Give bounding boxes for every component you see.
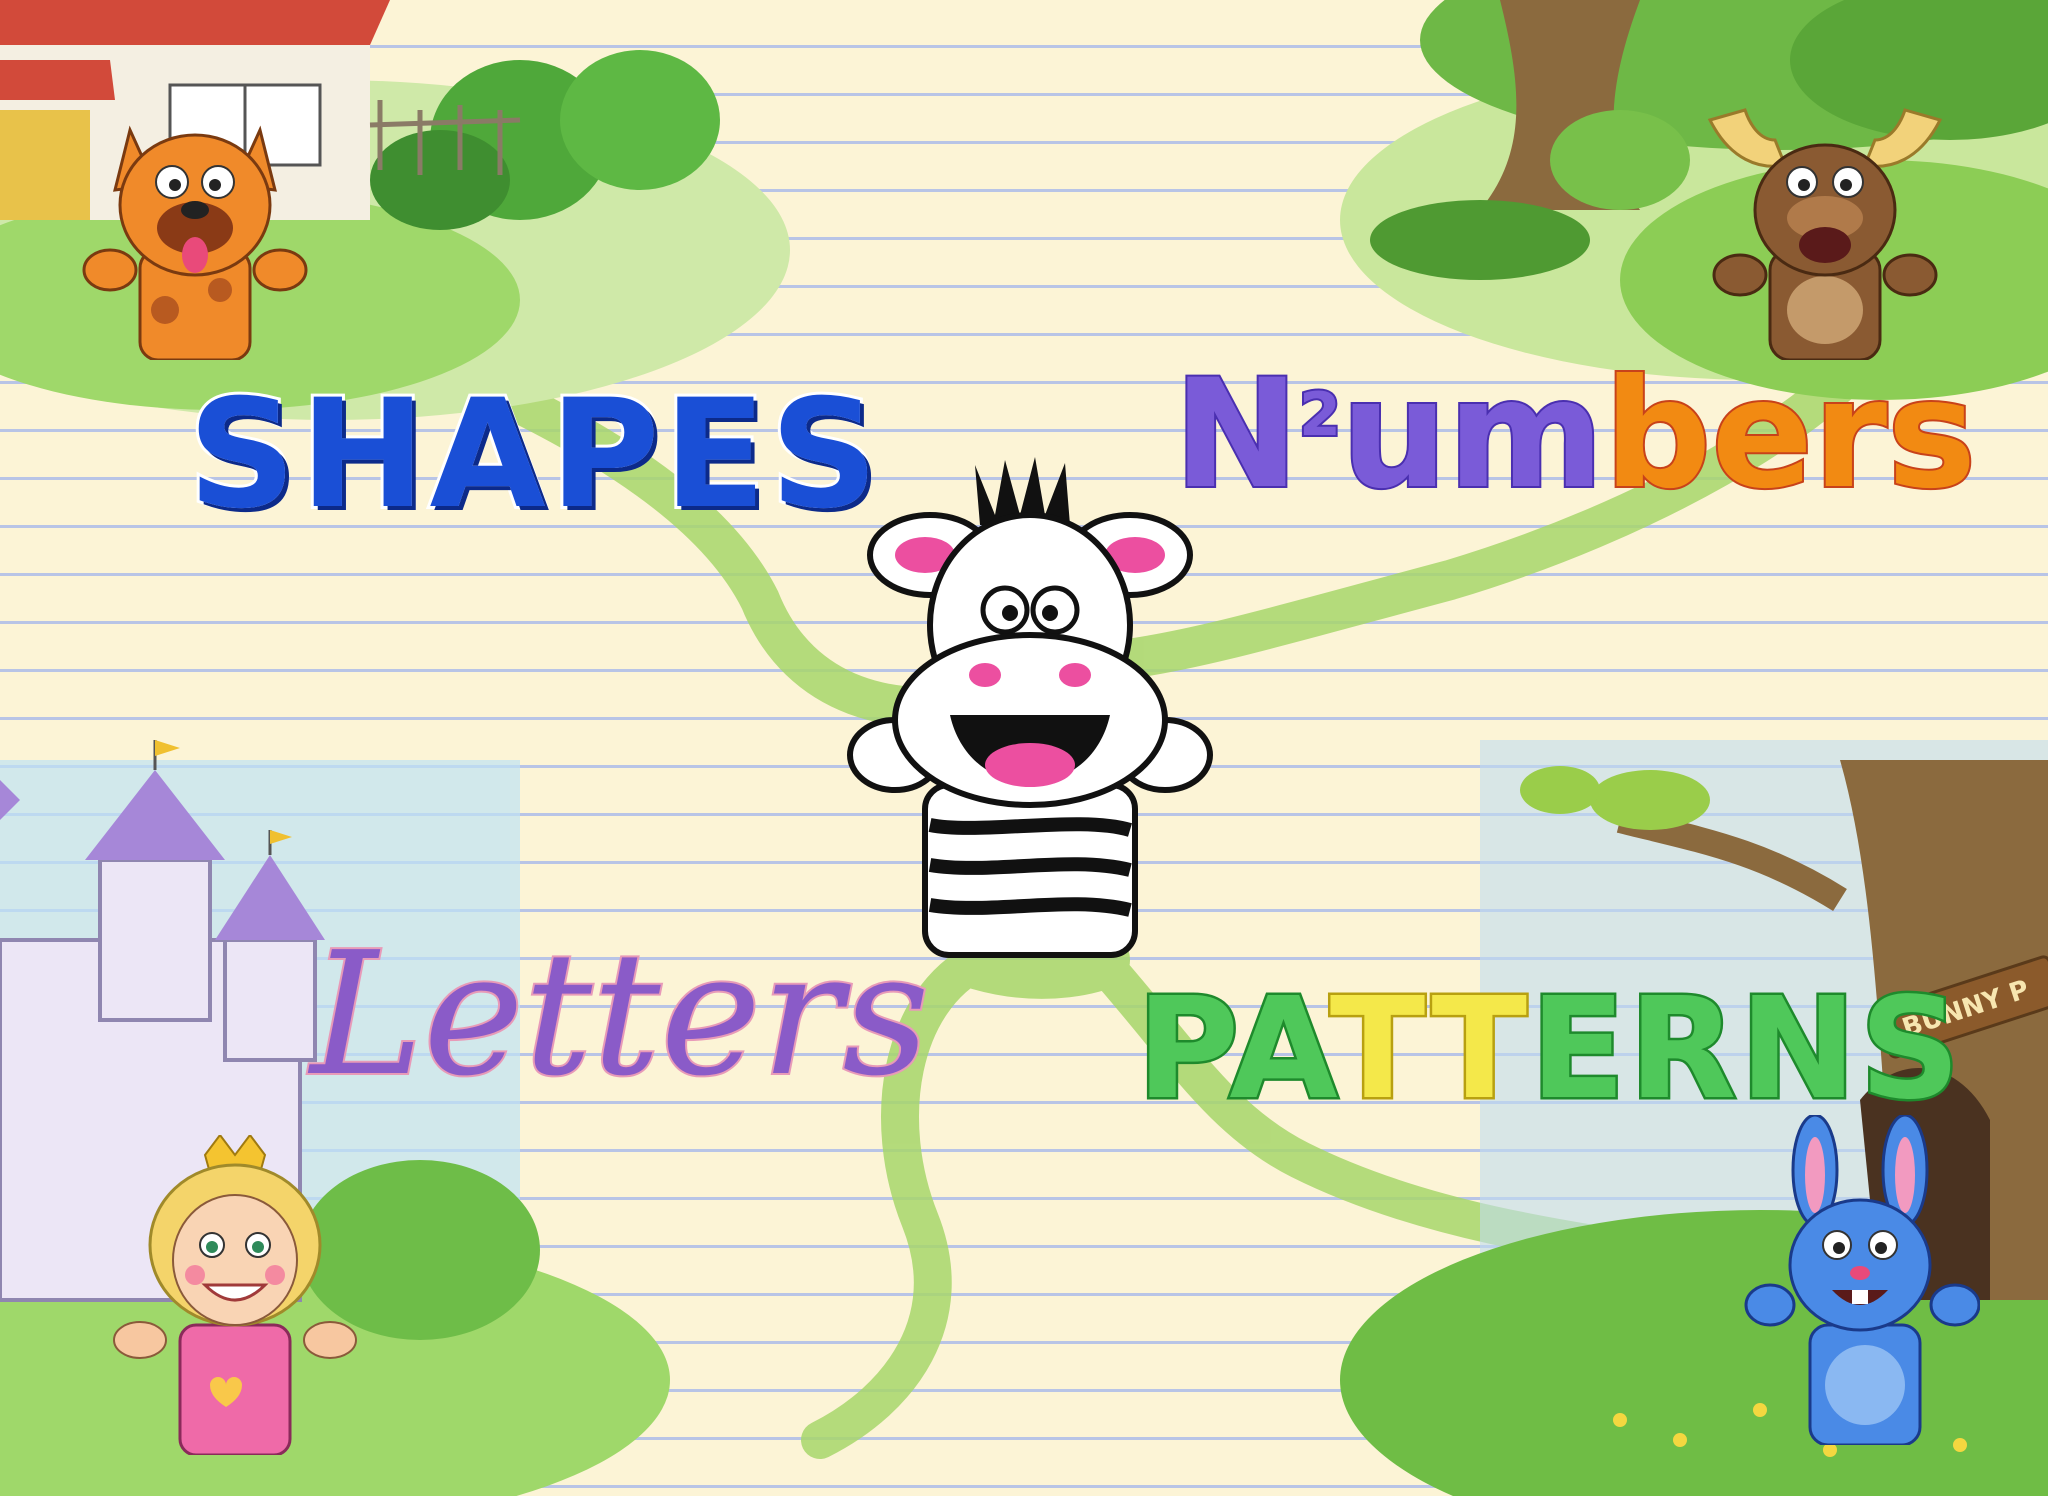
shapes-label: SHAPES xyxy=(185,368,883,542)
numbers-label-suffix: bers xyxy=(1602,348,1978,522)
shapes-button[interactable]: SHAPES xyxy=(185,365,881,545)
zebra-puppet-icon[interactable] xyxy=(830,445,1230,965)
numbers-button[interactable]: N2umbers xyxy=(1172,345,1979,525)
moose-puppet-icon xyxy=(1707,108,1943,360)
letters-label: Letters xyxy=(308,916,931,1114)
bunny-puppet-icon xyxy=(1744,1115,1980,1445)
dog-puppet-icon xyxy=(82,125,308,360)
patterns-label-b: TT xyxy=(1327,968,1531,1131)
numbers-label-digit: 2 xyxy=(1297,380,1343,450)
numbers-label: N2umbers xyxy=(1172,358,1979,512)
patterns-label: PATTERNS xyxy=(1134,977,1964,1122)
numbers-label-mid: um xyxy=(1339,348,1606,522)
patterns-label-c: ERNS xyxy=(1528,968,1964,1131)
numbers-label-prefix: N xyxy=(1172,348,1302,522)
letters-button[interactable]: Letters xyxy=(260,905,980,1125)
patterns-button[interactable]: PATTERNS xyxy=(1134,965,1963,1135)
princess-puppet-icon xyxy=(113,1135,357,1455)
patterns-label-a: PA xyxy=(1134,968,1330,1131)
